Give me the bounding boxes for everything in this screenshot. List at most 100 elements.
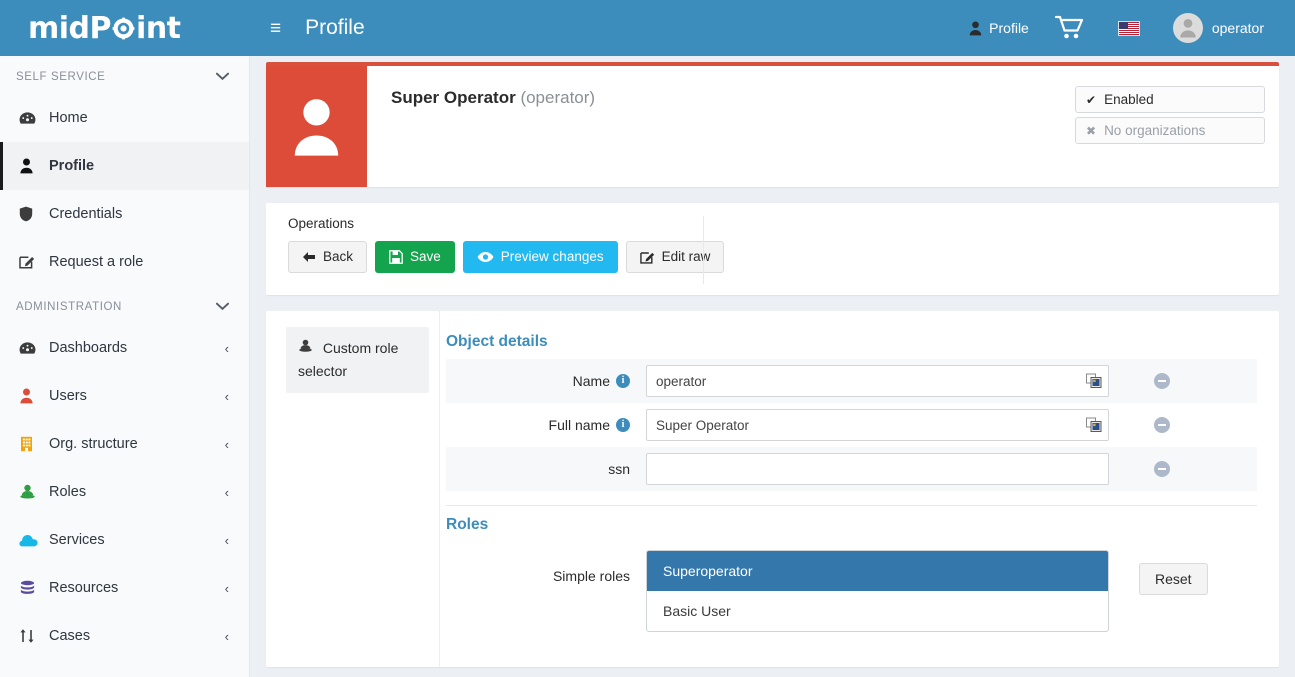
field-input-wrap-ssn — [646, 453, 1109, 485]
list-item[interactable]: Basic User — [647, 591, 1108, 631]
user-status-tags: ✔ Enabled ✖ No organizations — [1075, 86, 1265, 148]
sidebar-item-services[interactable]: Services ‹ — [0, 516, 249, 564]
list-item[interactable]: Superoperator — [647, 551, 1108, 591]
edit-square-icon — [19, 254, 45, 270]
roles-icon — [298, 339, 317, 356]
brand-logo[interactable]: mid Pint — [0, 0, 250, 56]
form-row-ssn: ssn — [446, 447, 1257, 491]
user-summary-card: Super Operator (operator) ✔ Enabled ✖ No… — [266, 62, 1279, 187]
org-icon — [19, 436, 45, 452]
sidebar-section-label: SELF SERVICE — [16, 70, 106, 83]
menu-toggle-icon[interactable]: ≡ — [264, 15, 287, 42]
preview-changes-button[interactable]: Preview changes — [462, 241, 618, 274]
remove-field-button-ssn[interactable] — [1154, 461, 1170, 477]
check-icon: ✔ — [1086, 92, 1097, 107]
sidebar-item-request-a-role[interactable]: Request a role — [0, 238, 249, 286]
chevron-left-icon: ‹ — [224, 436, 229, 452]
sidebar-section-label: ADMINISTRATION — [16, 300, 122, 313]
operations-title: Operations — [288, 216, 355, 231]
simple-roles-listbox[interactable]: Superoperator Basic User — [646, 550, 1109, 632]
user-full-name: Super Operator — [391, 88, 516, 107]
sidebar-item-dashboards[interactable]: Dashboards ‹ — [0, 324, 249, 372]
user-menu[interactable]: operator — [1160, 0, 1277, 56]
localize-icon[interactable] — [1086, 372, 1102, 389]
field-label-full-name: Full name i — [446, 417, 646, 433]
sidebar-item-label: Resources — [49, 580, 119, 596]
field-label-name: Name i — [446, 373, 646, 389]
topbar-actions: Profile operator — [956, 0, 1295, 56]
field-label-text: ssn — [608, 461, 630, 477]
sidebar-item-profile[interactable]: Profile — [0, 142, 249, 190]
eye-icon — [477, 251, 494, 263]
logo-text: mid Pint — [28, 11, 181, 46]
sidebar-item-users[interactable]: Users ‹ — [0, 372, 249, 420]
user-menu-label: operator — [1211, 20, 1264, 36]
full-name-input[interactable] — [646, 409, 1109, 441]
language-button[interactable] — [1105, 0, 1160, 56]
cases-icon — [19, 628, 45, 644]
field-input-wrap-name — [646, 365, 1109, 397]
user-icon — [969, 20, 982, 36]
field-label-simple-roles: Simple roles — [552, 568, 630, 584]
operations-toolbar: Back Save Preview changes Edit raw — [288, 241, 1263, 274]
dashboard-icon — [19, 341, 45, 356]
sidebar-item-credentials[interactable]: Credentials — [0, 190, 249, 238]
sidebar-item-roles[interactable]: Roles ‹ — [0, 468, 249, 516]
localize-icon[interactable] — [1086, 416, 1102, 433]
chevron-left-icon: ‹ — [224, 532, 229, 548]
remove-field-button-name[interactable] — [1154, 373, 1170, 389]
reset-button[interactable]: Reset — [1139, 563, 1208, 595]
sidebar-item-label: Credentials — [49, 206, 123, 222]
database-icon — [19, 580, 45, 596]
sidebar-item-label: Dashboards — [49, 340, 128, 356]
section-title-object-details: Object details — [446, 333, 548, 350]
cart-button[interactable] — [1042, 0, 1105, 56]
chevron-left-icon: ‹ — [224, 388, 229, 404]
field-label-ssn: ssn — [446, 461, 646, 477]
sidebar-item-label: Roles — [49, 484, 87, 500]
shield-icon — [19, 206, 45, 222]
edit-raw-button[interactable]: Edit raw — [625, 241, 725, 274]
ssn-input[interactable] — [646, 453, 1109, 485]
info-icon[interactable]: i — [616, 374, 630, 388]
sidebar-item-label: Users — [49, 388, 87, 404]
save-button[interactable]: Save — [375, 241, 455, 274]
preview-changes-button-label: Preview changes — [500, 249, 604, 264]
sidebar-item-resources[interactable]: Resources ‹ — [0, 564, 249, 612]
sidebar-section-administration[interactable]: ADMINISTRATION — [0, 286, 249, 324]
chevron-left-icon: ‹ — [224, 484, 229, 500]
app-root: mid Pint ≡ Profile Profile operator SELF… — [0, 0, 1295, 677]
chevron-down-icon — [215, 69, 230, 84]
logo-text-part1: mid — [28, 10, 90, 46]
form-row-simple-roles: Simple roles Superoperator Basic User Re… — [446, 542, 1257, 632]
field-label-text: Name — [572, 373, 610, 389]
sidebar-item-label: Request a role — [49, 254, 144, 270]
topbar-profile-link[interactable]: Profile — [956, 0, 1042, 56]
field-label-text: Full name — [548, 417, 610, 433]
back-button-label: Back — [323, 249, 354, 264]
sidebar-section-self-service[interactable]: SELF SERVICE — [0, 56, 249, 94]
save-button-label: Save — [410, 249, 441, 264]
sidebar-item-label: Org. structure — [49, 436, 138, 452]
back-button[interactable]: Back — [288, 241, 368, 274]
remove-field-button-full-name[interactable] — [1154, 417, 1170, 433]
top-navbar: mid Pint ≡ Profile Profile operator — [0, 0, 1295, 56]
tab-custom-role-selector[interactable]: Custom role selector — [286, 327, 429, 394]
status-badge-organizations: ✖ No organizations — [1075, 117, 1265, 144]
sidebar-item-home[interactable]: Home — [0, 94, 249, 142]
sidebar-item-label: Services — [49, 532, 105, 548]
chevron-left-icon: ‹ — [224, 340, 229, 356]
floppy-disk-icon — [389, 250, 403, 264]
roles-icon — [19, 484, 45, 500]
dashboard-icon — [19, 111, 45, 126]
us-flag-icon — [1117, 20, 1140, 36]
name-input[interactable] — [646, 365, 1109, 397]
field-input-wrap-full-name — [646, 409, 1109, 441]
sidebar-item-org-structure[interactable]: Org. structure ‹ — [0, 420, 249, 468]
sidebar-item-cases[interactable]: Cases ‹ — [0, 612, 249, 660]
arrow-left-icon — [302, 251, 316, 263]
info-icon[interactable]: i — [616, 418, 630, 432]
shopping-cart-icon — [1054, 15, 1085, 41]
user-icon — [19, 158, 45, 174]
form-row-full-name: Full name i — [446, 403, 1257, 447]
